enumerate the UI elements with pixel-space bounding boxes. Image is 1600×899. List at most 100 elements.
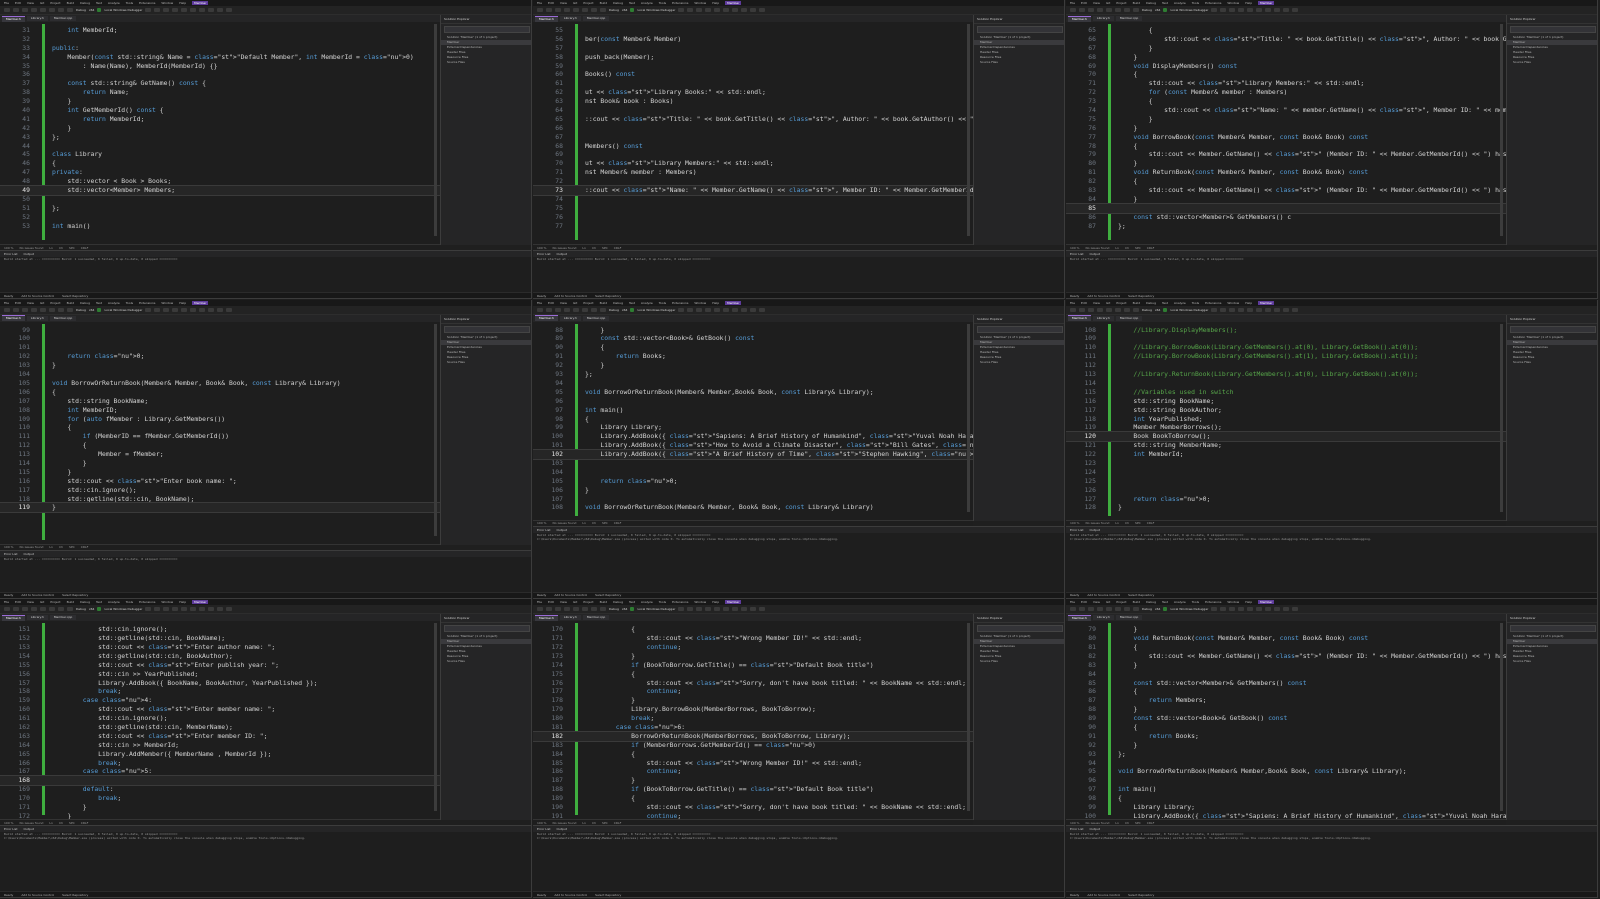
tab-file[interactable]: Member.h <box>1068 15 1091 22</box>
tab-file[interactable]: Member.h <box>2 15 25 22</box>
code-line[interactable]: 98 { <box>1066 794 1506 803</box>
code-line[interactable]: 179 Library.BorrowBook(MemberBorrows, Bo… <box>533 705 973 714</box>
code-line[interactable]: 106 { <box>0 388 440 397</box>
output-tab[interactable]: Output <box>24 252 34 256</box>
solution-search-input[interactable] <box>977 625 1063 633</box>
tab-file[interactable]: Member.cpp <box>582 315 610 321</box>
toolbar-button[interactable] <box>190 8 197 12</box>
code-line[interactable]: 153 std::cout << class="st">"Enter autho… <box>0 643 440 652</box>
code-line[interactable]: 75 } <box>1066 115 1506 124</box>
code-line[interactable]: 121 std::string MemberName; <box>1066 441 1506 450</box>
code-line[interactable]: 67 <box>533 133 973 142</box>
toolbar-button[interactable] <box>759 8 766 12</box>
menu-item[interactable]: View <box>27 301 34 305</box>
output-tab[interactable]: Output <box>1090 528 1100 532</box>
code-line[interactable]: 99 <box>0 326 440 335</box>
code-line[interactable]: 122 int MemberId; <box>1066 450 1506 459</box>
code-line[interactable]: 72 for (const Member& member : Members) <box>1066 88 1506 97</box>
code-line[interactable]: 50 <box>0 195 440 204</box>
code-line[interactable]: 101 <box>0 343 440 352</box>
menu-item[interactable]: Tools <box>126 1 133 5</box>
menu-item[interactable]: Debug <box>1146 1 1156 5</box>
toolbar-button[interactable] <box>1283 8 1290 12</box>
code-line[interactable]: 115 //Variables used in switch <box>1066 388 1506 397</box>
toolbar-button[interactable] <box>163 8 170 12</box>
code-line[interactable]: 100 Library.AddBook({ class="st">"Sapien… <box>533 432 1064 441</box>
code-line[interactable]: 186 continue; <box>533 767 973 776</box>
solution-search-input[interactable] <box>444 325 530 333</box>
solution-search-input[interactable] <box>977 325 1063 333</box>
code-editor[interactable]: 151 std::cin.ignore(); 152 std::getline(s… <box>0 621 441 820</box>
toolbar-button[interactable] <box>145 307 152 312</box>
menu-item[interactable]: Test <box>1162 1 1168 5</box>
tab-file[interactable]: Member.cpp <box>582 16 610 21</box>
code-line[interactable]: 88 } <box>1066 705 1506 714</box>
code-line[interactable]: 45 class Library <box>0 150 440 159</box>
vertical-scrollbar[interactable] <box>1500 623 1503 812</box>
code-line[interactable]: 97 int main() <box>1066 785 1506 794</box>
code-line[interactable]: 67 } <box>1066 44 1506 53</box>
code-line[interactable]: 39 } <box>0 97 440 106</box>
toolbar-button[interactable] <box>546 8 552 12</box>
menu-item[interactable]: Project <box>583 600 593 604</box>
code-line[interactable]: 162 std::getline(std::cin, MemberName); <box>0 723 440 732</box>
menu-item[interactable]: Extensions <box>1205 301 1221 305</box>
code-line[interactable]: 157 Library.AddBook({ BookName, BookAuth… <box>0 679 440 688</box>
toolbar-button[interactable] <box>1220 8 1227 12</box>
config-dropdown[interactable]: Debug <box>609 308 619 312</box>
tab-file[interactable]: Member.cpp <box>1115 315 1143 321</box>
toolbar-button[interactable] <box>705 307 712 312</box>
code-editor[interactable]: 79 } 80 void ReturnBook(const Member& Mem… <box>1066 621 1597 820</box>
code-line[interactable]: 190 std::cout << class="st">"Sorry, don'… <box>533 803 973 812</box>
status-item[interactable]: Add to Source Control <box>21 893 54 897</box>
code-editor[interactable]: 108 //Library.DisplayMembers(); 109 110 //… <box>1066 321 1507 520</box>
code-line[interactable]: 36 <box>0 70 440 79</box>
menu-item[interactable]: Extensions <box>139 600 155 604</box>
menu-item[interactable]: Help <box>1245 301 1252 305</box>
toolbar-button[interactable] <box>1274 307 1281 312</box>
code-line[interactable]: 183 if (MemberBorrows.GetMemberId() == c… <box>533 741 973 750</box>
solution-search-input[interactable] <box>444 625 530 633</box>
tab-file[interactable]: Library.h <box>1092 315 1114 321</box>
output-tab[interactable]: Output <box>557 827 567 831</box>
code-line[interactable]: 76 } <box>1066 124 1506 133</box>
solution-search-input[interactable] <box>1510 625 1596 633</box>
toolbar-button[interactable] <box>714 607 721 612</box>
status-item[interactable]: Add to Source Control <box>1087 294 1120 298</box>
solution-tree-item[interactable]: Source Files <box>974 659 1064 664</box>
code-line[interactable]: 85 const std::vector<Member>& GetMembers… <box>1066 679 1506 688</box>
menu-item[interactable]: Build <box>600 301 608 305</box>
toolbar-button[interactable] <box>1070 607 1076 612</box>
menu-item[interactable]: View <box>560 1 567 5</box>
code-line[interactable]: 90 { <box>1066 723 1506 732</box>
vertical-scrollbar[interactable] <box>1500 24 1503 236</box>
toolbar-button[interactable] <box>723 607 730 612</box>
menu-item[interactable]: Debug <box>613 600 623 604</box>
toolbar-button[interactable] <box>723 307 730 312</box>
code-line[interactable]: 86 const std::vector<Member>& GetMembers… <box>1066 213 1506 222</box>
menu-item[interactable]: Debug <box>1146 301 1156 305</box>
code-line[interactable]: 120 Book BookToBorrow(); <box>1066 431 1507 443</box>
tab-file[interactable]: Library.h <box>559 315 581 321</box>
toolbar-button[interactable] <box>67 8 73 12</box>
code-line[interactable]: 33 public: <box>0 44 440 53</box>
code-line[interactable]: 171 std::cout << class="st">"Wrong Membe… <box>533 634 973 643</box>
code-line[interactable]: 53 int main() <box>0 222 440 231</box>
toolbar-button[interactable] <box>1229 8 1236 12</box>
toolbar-button[interactable] <box>1211 307 1218 312</box>
toolbar-button[interactable] <box>582 8 588 12</box>
toolbar-button[interactable] <box>1256 607 1263 612</box>
toolbar-button[interactable] <box>226 8 233 12</box>
toolbar-button[interactable] <box>67 307 73 312</box>
toolbar-button[interactable] <box>678 8 685 12</box>
toolbar-button[interactable] <box>226 607 233 612</box>
play-icon[interactable] <box>97 307 102 312</box>
code-line[interactable]: 84 <box>1066 670 1506 679</box>
status-item[interactable]: Select Repository <box>595 593 621 597</box>
menu-item[interactable]: Analyze <box>641 301 653 305</box>
code-line[interactable]: 175 { <box>533 670 973 679</box>
toolbar-button[interactable] <box>208 307 215 312</box>
code-line[interactable]: 118 std::getline(std::cin, BookName); <box>0 495 440 504</box>
toolbar-button[interactable] <box>40 607 46 612</box>
tab-file[interactable]: Member.cpp <box>49 16 77 21</box>
